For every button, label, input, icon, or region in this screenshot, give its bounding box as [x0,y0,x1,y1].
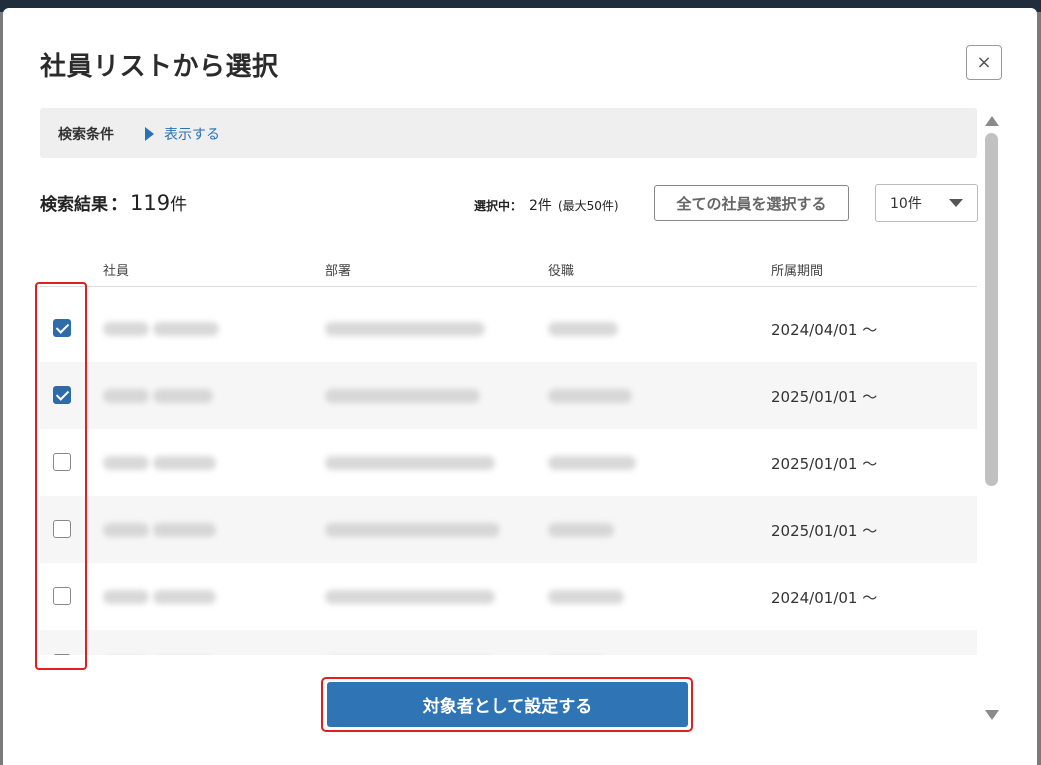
row-period: 2025/01/01 〜 [771,654,877,655]
toggle-label: 表示する [164,127,220,143]
row-period: 2024/01/01 〜 [771,589,878,607]
table-row[interactable]: 2025/01/01 〜 [40,362,977,429]
set-as-target-button[interactable]: 対象者として設定する [327,682,688,727]
department-redacted [325,590,495,604]
employee-name-redacted [153,523,216,537]
department-redacted [325,456,495,470]
employee-id-redacted [103,456,149,470]
employee-id-redacted [103,389,149,403]
search-conditions-panel: 検索条件 表示する [40,108,977,158]
table-row[interactable]: 2025/01/01 〜 [40,630,977,655]
page-size-value: 10件 [890,196,922,212]
table-row[interactable]: 2024/01/01 〜 [40,563,977,630]
employee-select-modal: 社員リストから選択 × 検索条件 表示する 検索結果 ： 119 件 選択中： … [3,8,1037,765]
triangle-right-icon [145,127,154,141]
chevron-down-icon [949,199,963,207]
selected-value: 2件 [529,198,552,214]
header-employee: 社員 [103,264,130,279]
results-colon: ： [110,194,128,215]
employee-id-redacted [103,322,149,336]
results-count: 検索結果 ： 119 件 [40,190,187,216]
table-row[interactable]: 2025/01/01 〜 [40,496,977,563]
close-icon: × [976,52,992,73]
close-button[interactable]: × [966,45,1002,80]
checkbox-column-highlight [35,282,87,670]
department-redacted [325,523,500,537]
results-unit: 件 [170,195,188,215]
scroll-thumb[interactable] [985,133,998,486]
header-period: 所属期間 [771,264,824,279]
row-period: 2024/04/01 〜 [771,321,878,339]
results-number: 119 [130,191,171,215]
row-period: 2025/01/01 〜 [771,455,878,473]
results-label: 検索結果 [40,195,108,215]
row-period: 2025/01/01 〜 [771,388,878,406]
selected-label: 選択中： [474,199,523,213]
table-row[interactable]: 2024/04/01 〜 [40,295,977,362]
search-conditions-label: 検索条件 [58,127,114,143]
employee-name-redacted [153,590,216,604]
employee-id-redacted [103,590,149,604]
selected-max: (最大50件) [557,199,619,213]
employee-name-redacted [153,322,219,336]
table-row[interactable]: 2025/01/01 〜 [40,429,977,496]
position-redacted [548,389,632,403]
department-redacted [325,389,480,403]
employee-name-redacted [153,389,213,403]
department-redacted [325,322,485,336]
selected-count: 選択中： 2件 (最大50件) [474,195,619,215]
table-header: 社員 部署 役職 所属期間 [40,253,977,287]
header-position: 役職 [548,264,575,279]
position-redacted [548,590,624,604]
page-size-select[interactable]: 10件 [875,184,978,222]
modal-title: 社員リストから選択 [40,52,279,82]
scrollbar[interactable] [981,116,1003,726]
position-redacted [548,456,636,470]
header-department: 部署 [325,264,352,279]
scroll-down-icon[interactable] [985,710,999,720]
employee-table: 社員 部署 役職 所属期間 2024/04/01 〜 2025/01/01 〜 20… [40,253,977,655]
search-conditions-toggle[interactable]: 表示する [145,124,220,144]
scroll-up-icon[interactable] [985,116,999,126]
select-all-button[interactable]: 全ての社員を選択する [654,185,849,221]
employee-name-redacted [153,456,216,470]
position-redacted [548,523,614,537]
employee-id-redacted [103,523,149,537]
position-redacted [548,322,618,336]
row-period: 2025/01/01 〜 [771,522,878,540]
